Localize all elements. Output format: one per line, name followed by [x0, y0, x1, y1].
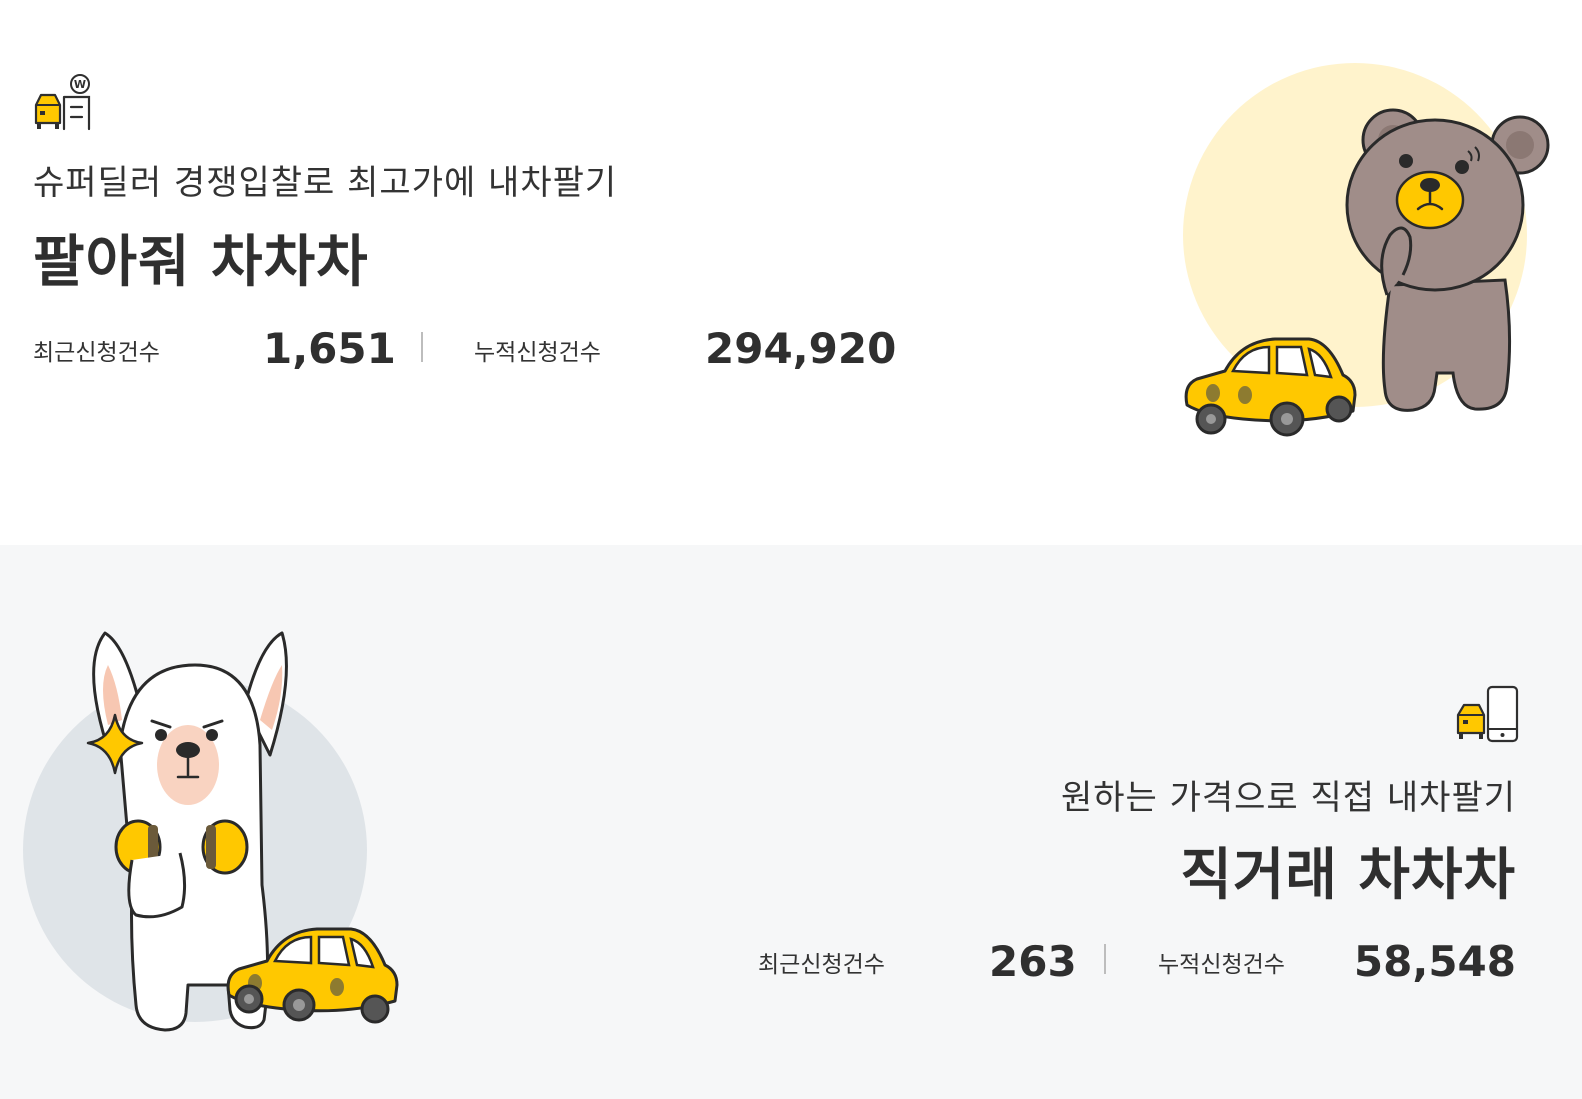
- stat-divider: [1104, 944, 1106, 974]
- total-count-label: 누적신청건수: [474, 340, 601, 366]
- svg-text:W: W: [74, 78, 86, 91]
- super-dealer-title[interactable]: 팔아줘 차차차: [33, 217, 369, 298]
- total-count-value: 294,920: [705, 324, 897, 373]
- car-dealer-icon: W: [34, 74, 91, 131]
- total-count-label: 누적신청건수: [1158, 952, 1285, 978]
- car-mobile-icon: [1456, 685, 1519, 743]
- total-count-value: 58,548: [1353, 937, 1516, 986]
- recent-count-value: 1,651: [263, 324, 396, 373]
- super-dealer-section[interactable]: W 슈퍼딜러 경쟁입찰로 최고가에 내차팔기 팔아줘 차차차 최근신청건수 1,…: [0, 0, 1582, 545]
- direct-trade-section[interactable]: 원하는 가격으로 직접 내차팔기 직거래 차차차 최근신청건수 263 누적신청…: [0, 545, 1582, 1099]
- direct-trade-title[interactable]: 직거래 차차차: [1180, 830, 1516, 911]
- yellow-car: [1184, 337, 1357, 437]
- super-dealer-subtitle: 슈퍼딜러 경쟁입찰로 최고가에 내차팔기: [33, 163, 618, 203]
- recent-count-label: 최근신청건수: [33, 340, 160, 366]
- bear-illustration: [1183, 63, 1550, 437]
- recent-count-label: 최근신청건수: [758, 952, 885, 978]
- alpaca-illustration: [23, 631, 399, 1032]
- stat-divider: [421, 332, 423, 362]
- direct-trade-subtitle: 원하는 가격으로 직접 내차팔기: [1060, 778, 1516, 818]
- recent-count-value: 263: [989, 937, 1077, 986]
